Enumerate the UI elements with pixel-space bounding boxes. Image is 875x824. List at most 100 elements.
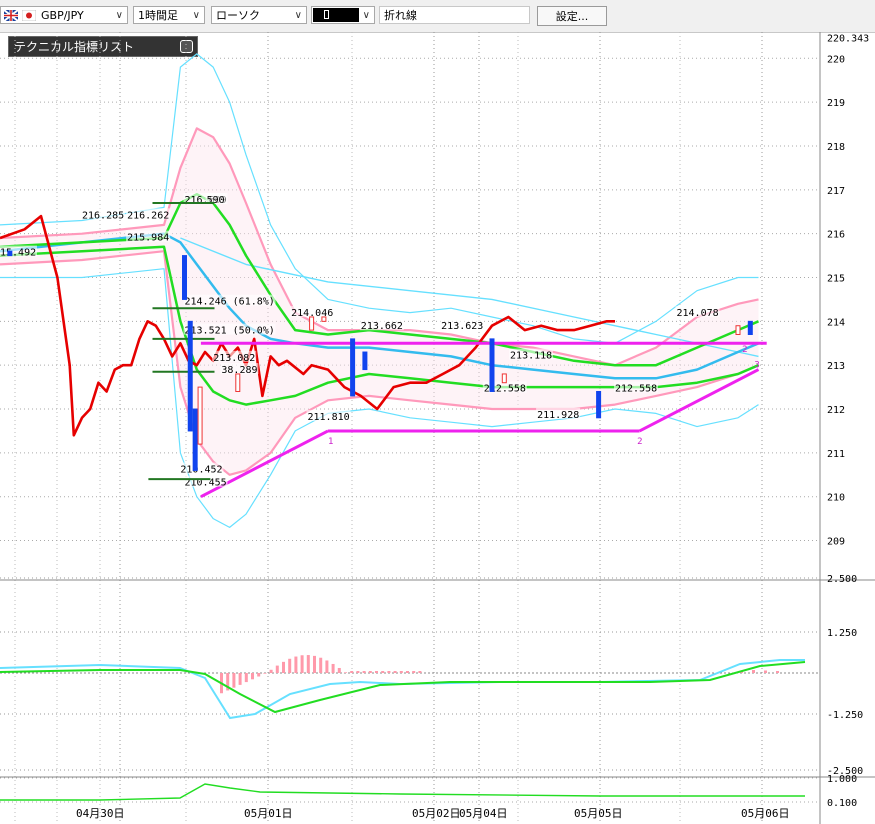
price-tick-label: 220 xyxy=(827,54,845,65)
osc-tick-label: 1.000 xyxy=(827,774,857,785)
trendline-label: 2 xyxy=(637,437,642,447)
macd-histogram-bar xyxy=(368,671,372,673)
macd-histogram-bar xyxy=(350,671,354,673)
macd-histogram-bar xyxy=(282,661,285,673)
macd-histogram-bar xyxy=(269,669,273,673)
price-chart[interactable]: 220.343220219218217216215214213212211210… xyxy=(0,32,875,824)
macd-histogram-bar xyxy=(752,670,755,673)
macd-histogram-bar xyxy=(387,671,391,673)
date-label: 05月04日 xyxy=(459,807,508,820)
macd-histogram-bar xyxy=(325,660,329,673)
macd-histogram-bar xyxy=(244,673,248,683)
price-tick-label: 219 xyxy=(827,98,845,109)
candle-color-select[interactable]: ∨ xyxy=(311,6,375,24)
price-tick-label: 218 xyxy=(827,142,845,153)
macd-histogram-bar xyxy=(263,673,267,674)
price-tick-label: 209 xyxy=(827,537,845,548)
candle xyxy=(192,408,198,471)
chart-type-label: ローソク xyxy=(216,9,260,22)
chevron-down-icon: ∨ xyxy=(294,10,302,21)
macd-line xyxy=(0,659,805,720)
candle xyxy=(350,338,356,397)
price-annotation: 590 xyxy=(207,195,225,206)
price-annotation: 211.810 xyxy=(308,412,350,423)
price-annotation: 15.492 xyxy=(0,248,36,259)
macd-histogram-bar xyxy=(418,671,422,673)
toolbar: GBP/JPY ∨ 1時間足 ∨ ローソク ∨ ∨ 折れ線 設定... xyxy=(0,0,875,33)
macd-histogram-bar xyxy=(399,671,403,673)
candle xyxy=(596,390,602,419)
macd-histogram-bar xyxy=(344,672,347,673)
price-tick-label: 220.343 xyxy=(827,33,869,44)
date-label: 05月02日 xyxy=(412,807,461,820)
trendline-label: 3 xyxy=(754,360,759,370)
macd-histogram-bar xyxy=(313,655,316,673)
macd-histogram-bar xyxy=(257,673,261,677)
macd-histogram-bar xyxy=(356,671,360,673)
macd-histogram-bar xyxy=(275,665,279,673)
price-tick-label: 211 xyxy=(827,449,845,460)
japan-flag-icon xyxy=(22,10,36,21)
price-annotation: 214.246 (61.8%) xyxy=(185,297,275,308)
chevron-down-icon: ∨ xyxy=(362,10,370,21)
macd-histogram-bar xyxy=(288,658,292,673)
macd-tick-label: 1.250 xyxy=(827,628,857,639)
price-tick-label: 212 xyxy=(827,405,845,416)
osc-tick-label: 0.100 xyxy=(827,798,857,809)
macd-histogram-bar xyxy=(381,671,385,673)
candle xyxy=(747,320,753,335)
candle xyxy=(735,325,741,335)
candle xyxy=(501,373,507,384)
candle-icon xyxy=(324,10,329,19)
candle xyxy=(362,351,368,371)
chevron-down-icon: ∨ xyxy=(192,10,200,21)
macd-histogram-bar xyxy=(362,671,366,673)
chevron-down-icon: ∨ xyxy=(115,10,123,21)
series-bb-upper2 xyxy=(0,53,759,344)
macd-histogram-bar xyxy=(306,655,310,673)
price-annotation: 213.623 xyxy=(441,321,483,332)
chart-type-select[interactable]: ローソク ∨ xyxy=(211,6,307,24)
price-annotation: 214.078 xyxy=(677,308,719,319)
timeframe-select[interactable]: 1時間足 ∨ xyxy=(133,6,205,24)
date-label: 04月30日 xyxy=(76,807,125,820)
candle xyxy=(197,386,203,445)
macd-histogram-bar xyxy=(331,663,335,673)
line-type-label: 折れ線 xyxy=(384,9,417,22)
price-tick-label: 214 xyxy=(827,317,845,328)
price-tick-label: 213 xyxy=(827,361,845,372)
trendline-label: 2 xyxy=(742,345,747,355)
macd-tick-label: -1.250 xyxy=(827,710,863,721)
band-fill xyxy=(0,128,759,475)
macd-histogram-bar xyxy=(319,657,323,673)
trendline-label: 1 xyxy=(328,437,333,447)
timeframe-label: 1時間足 xyxy=(138,9,178,22)
price-annotation: 216.285 xyxy=(82,210,124,221)
price-tick-label: 216 xyxy=(827,230,845,241)
date-label: 05月05日 xyxy=(574,807,623,820)
oscillator-line xyxy=(0,783,805,801)
macd-histogram-bar xyxy=(406,671,409,673)
settings-button[interactable]: 設定... xyxy=(537,6,607,26)
macd-histogram-bar xyxy=(251,673,254,680)
macd-histogram-bar xyxy=(337,667,341,673)
price-annotation: 213.662 xyxy=(361,321,403,332)
price-annotation: 210.452 xyxy=(180,465,222,476)
date-label: 05月06日 xyxy=(741,807,790,820)
price-annotation: 211.928 xyxy=(537,410,579,421)
macd-histogram-bar xyxy=(412,671,416,673)
macd-histogram-bar xyxy=(776,671,779,673)
price-annotation: 213.521 (50.0%) xyxy=(185,326,275,337)
macd-histogram-bar xyxy=(294,656,298,673)
symbol-select[interactable]: GBP/JPY ∨ xyxy=(0,6,128,24)
price-annotation: 213.118 xyxy=(510,351,552,362)
candle xyxy=(321,316,327,322)
macd-histogram-bar xyxy=(393,671,397,673)
line-type-field[interactable]: 折れ線 xyxy=(379,6,530,24)
color-swatch xyxy=(313,8,359,22)
candle xyxy=(235,373,241,392)
price-tick-label: 215 xyxy=(827,274,845,285)
macd-histogram-bar xyxy=(232,673,236,688)
price-annotation: 213.082 xyxy=(213,353,255,364)
candle xyxy=(309,316,315,331)
